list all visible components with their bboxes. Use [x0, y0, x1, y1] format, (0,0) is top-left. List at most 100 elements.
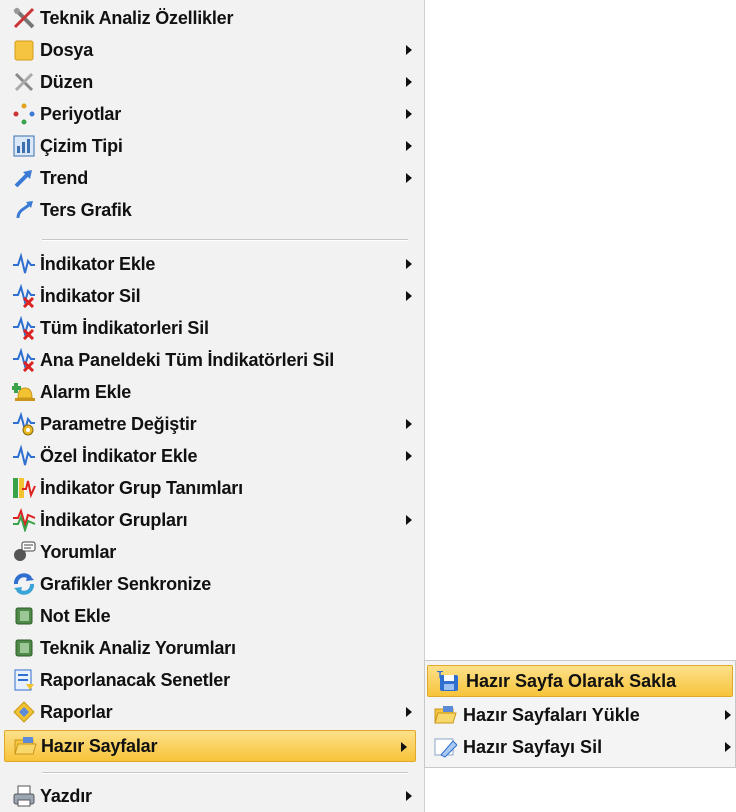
menu-item-tum-indikatorleri-sil[interactable]: Tüm İndikatorleri Sil [0, 312, 424, 344]
menu-item-label: Hazır Sayfalar [41, 735, 158, 756]
trend-arrow-icon [12, 166, 36, 190]
sync-icon [12, 572, 36, 596]
eraser-icon [433, 735, 457, 759]
printer-icon [12, 784, 36, 808]
note-icon [12, 604, 36, 628]
menu-item-label: İndikator Grup Tanımları [40, 477, 243, 498]
svg-text:T: T [437, 670, 443, 681]
menu-item-label: İndikator Ekle [40, 253, 156, 274]
wrench-icon [12, 70, 36, 94]
menu-item-indikator-gruplari[interactable]: İndikator Grupları [0, 504, 424, 536]
menu-item-parametre-degistir[interactable]: Parametre Değiştir [0, 408, 424, 440]
menu-item-label: Düzen [40, 71, 94, 92]
menu-item-label: Grafikler Senkronize [40, 573, 212, 594]
menu-item-teknik-analiz-yorumlari[interactable]: Teknik Analiz Yorumları [0, 632, 424, 664]
menu-item-yazdir[interactable]: Yazdır [0, 780, 424, 812]
comments-icon [12, 540, 36, 564]
menu-item-hazir-sayfalar[interactable]: Hazır Sayfalar [4, 730, 416, 762]
submenu-arrow-icon [406, 259, 412, 269]
submenu-arrow-icon [725, 710, 731, 720]
menu-item-label: Yazdır [40, 785, 92, 806]
menu-item-label: Teknik Analiz Özellikler [40, 7, 234, 28]
indicator-group-icon [12, 476, 36, 500]
tools-icon [12, 6, 36, 30]
menu-item-teknik-analiz-ozellikler[interactable]: Teknik Analiz Özellikler [0, 2, 424, 34]
menu-item-label: İndikator Grupları [40, 509, 188, 530]
submenu-arrow-icon [406, 515, 412, 525]
submenu-arrow-icon [406, 707, 412, 717]
submenu-arrow-icon [401, 742, 407, 752]
menu-item-label: Teknik Analiz Yorumları [40, 637, 236, 658]
menu-item-label: Ana Paneldeki Tüm İndikatörleri Sil [40, 349, 335, 370]
menu-item-label: Yorumlar [40, 541, 117, 562]
submenu-arrow-icon [406, 45, 412, 55]
indicator-groups-icon [12, 508, 36, 532]
context-menu: Teknik Analiz Özellikler Dosya Düzen Per… [0, 0, 425, 812]
menu-item-label: Raporlanacak Senetler [40, 669, 230, 690]
menu-separator [42, 772, 408, 774]
save-icon: T [436, 669, 460, 693]
submenu-item-hazir-sayfayi-sil[interactable]: Hazır Sayfayı Sil [425, 731, 735, 763]
submenu-arrow-icon [406, 173, 412, 183]
report-list-icon [12, 668, 36, 692]
menu-item-label: Dosya [40, 39, 94, 60]
menu-item-label: Not Ekle [40, 605, 111, 626]
menu-item-label: Özel İndikator Ekle [40, 445, 198, 466]
indicator-delete-icon [12, 316, 36, 340]
menu-item-raporlar[interactable]: Raporlar [0, 696, 424, 728]
submenu-arrow-icon [406, 77, 412, 87]
menu-item-dosya[interactable]: Dosya [0, 34, 424, 66]
menu-item-label: Periyotlar [40, 103, 122, 124]
menu-item-grafikler-senkronize[interactable]: Grafikler Senkronize [0, 568, 424, 600]
menu-item-label: Çizim Tipi [40, 135, 123, 156]
report-icon [12, 700, 36, 724]
menu-item-alarm-ekle[interactable]: Alarm Ekle [0, 376, 424, 408]
menu-item-cizim-tipi[interactable]: Çizim Tipi [0, 130, 424, 162]
submenu-item-label: Hazır Sayfaları Yükle [463, 704, 640, 725]
menu-item-ozel-indikator-ekle[interactable]: Özel İndikator Ekle [0, 440, 424, 472]
submenu-arrow-icon [406, 291, 412, 301]
open-folder-icon [433, 703, 457, 727]
menu-item-label: Parametre Değiştir [40, 413, 197, 434]
hazir-sayfalar-submenu: T Hazır Sayfa Olarak Sakla Hazır Sayfala… [424, 660, 736, 768]
menu-item-indikator-grup-tanimlari[interactable]: İndikator Grup Tanımları [0, 472, 424, 504]
submenu-item-label: Hazır Sayfayı Sil [463, 736, 603, 757]
menu-item-ters-grafik[interactable]: Ters Grafik [0, 194, 424, 226]
indicator-delete-icon [12, 284, 36, 308]
submenu-arrow-icon [406, 791, 412, 801]
reverse-icon [12, 198, 36, 222]
indicator-icon [12, 252, 36, 276]
alarm-add-icon [12, 380, 36, 404]
submenu-arrow-icon [406, 109, 412, 119]
indicator-icon [12, 444, 36, 468]
open-folder-icon [13, 734, 37, 758]
menu-item-label: Alarm Ekle [40, 381, 132, 402]
submenu-arrow-icon [725, 742, 731, 752]
menu-item-label: Trend [40, 167, 89, 188]
menu-item-indikator-sil[interactable]: İndikator Sil [0, 280, 424, 312]
chart-type-icon [12, 134, 36, 158]
menu-item-label: Tüm İndikatorleri Sil [40, 317, 209, 338]
menu-item-label: Raporlar [40, 701, 113, 722]
submenu-item-hazir-sayfalari-yukle[interactable]: Hazır Sayfaları Yükle [425, 699, 735, 731]
menu-item-trend[interactable]: Trend [0, 162, 424, 194]
menu-item-ana-paneldeki-tum-indikatorleri-sil[interactable]: Ana Paneldeki Tüm İndikatörleri Sil [0, 344, 424, 376]
cycle-icon [12, 102, 36, 126]
menu-separator [42, 239, 408, 241]
menu-item-label: Ters Grafik [40, 199, 132, 220]
menu-item-periyotlar[interactable]: Periyotlar [0, 98, 424, 130]
menu-item-label: İndikator Sil [40, 285, 141, 306]
note-icon [12, 636, 36, 660]
submenu-item-hazir-sayfa-olarak-sakla[interactable]: T Hazır Sayfa Olarak Sakla [427, 665, 733, 697]
menu-item-duzen[interactable]: Düzen [0, 66, 424, 98]
submenu-arrow-icon [406, 141, 412, 151]
menu-item-yorumlar[interactable]: Yorumlar [0, 536, 424, 568]
folder-icon [12, 38, 36, 62]
menu-item-not-ekle[interactable]: Not Ekle [0, 600, 424, 632]
menu-item-indikator-ekle[interactable]: İndikator Ekle [0, 248, 424, 280]
submenu-arrow-icon [406, 419, 412, 429]
menu-item-raporlanacak-senetler[interactable]: Raporlanacak Senetler [0, 664, 424, 696]
submenu-arrow-icon [406, 451, 412, 461]
submenu-item-label: Hazır Sayfa Olarak Sakla [466, 670, 677, 691]
indicator-delete-icon [12, 348, 36, 372]
